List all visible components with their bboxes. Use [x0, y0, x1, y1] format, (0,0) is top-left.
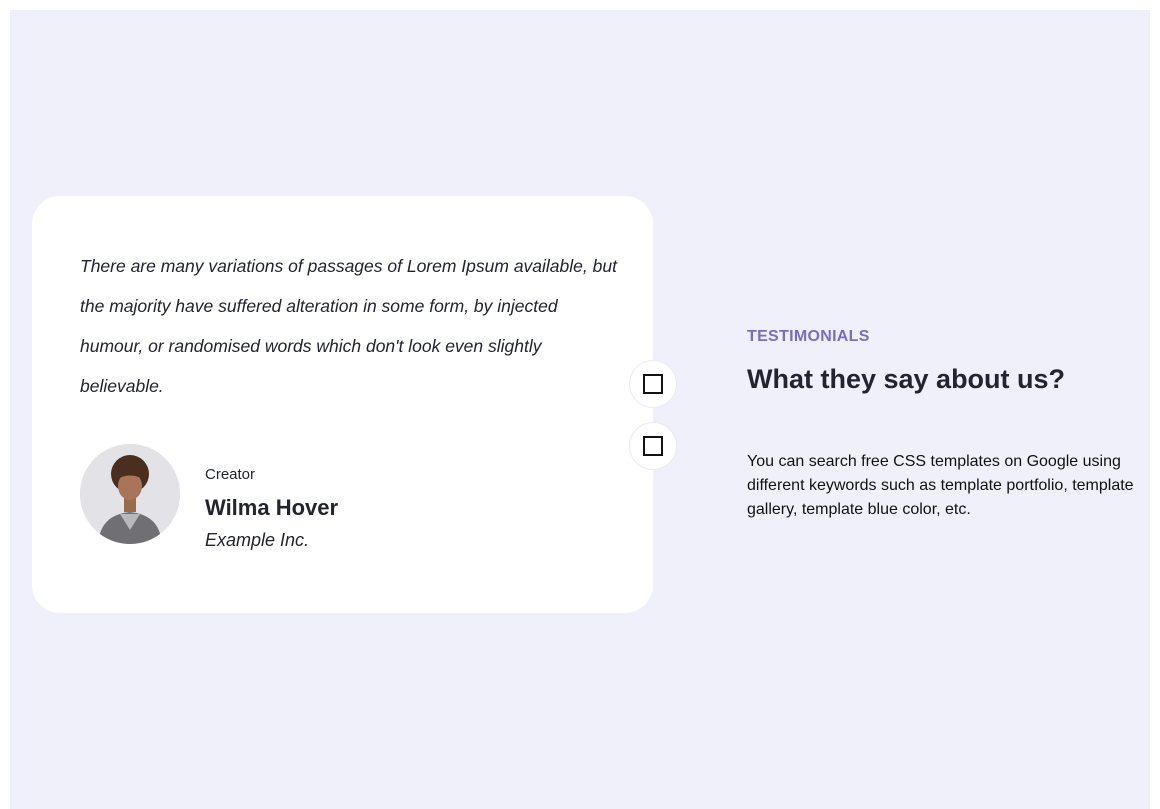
- author-name: Wilma Hover: [205, 495, 339, 520]
- author-company: Example Inc.: [205, 530, 310, 550]
- person-photo-icon: [80, 444, 180, 544]
- author-role: Creator: [205, 466, 256, 483]
- section-eyebrow: TESTIMONIALS: [747, 328, 870, 345]
- square-icon: [643, 436, 663, 456]
- testimonial-quote: There are many variations of passages of…: [80, 256, 617, 396]
- previous-testimonial-button[interactable]: [629, 360, 677, 408]
- square-icon: [643, 374, 663, 394]
- section-description: You can search free CSS templates on Goo…: [747, 453, 1134, 518]
- next-testimonial-button[interactable]: [629, 422, 677, 470]
- section-title: What they say about us?: [747, 364, 1066, 394]
- author-avatar: [80, 444, 180, 544]
- testimonials-section: There are many variations of passages of…: [10, 10, 1150, 809]
- testimonial-card: There are many variations of passages of…: [32, 196, 653, 613]
